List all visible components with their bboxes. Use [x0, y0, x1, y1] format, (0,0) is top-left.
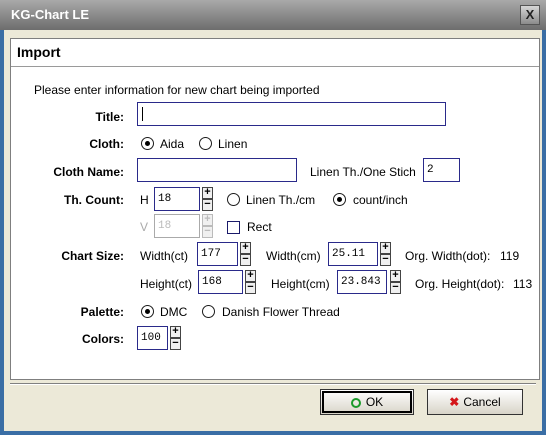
- count-per-inch-radio[interactable]: [333, 193, 346, 206]
- cancel-button[interactable]: ✖ Cancel: [427, 389, 523, 415]
- width-cm-decrement[interactable]: −: [380, 254, 391, 266]
- palette-danish-radio[interactable]: [202, 305, 215, 318]
- cloth-linen-label: Linen: [218, 137, 248, 151]
- h-label: H: [140, 193, 149, 207]
- org-height-label: Org. Height(dot):: [415, 277, 505, 291]
- width-ct-stepper[interactable]: + −: [240, 242, 251, 266]
- org-width-value: 119: [500, 249, 520, 263]
- h-count-decrement[interactable]: −: [202, 199, 213, 211]
- palette-dmc-label: DMC: [160, 305, 188, 319]
- cloth-aida-radio[interactable]: [141, 137, 154, 150]
- v-label: V: [140, 220, 149, 234]
- instruction-text: Please enter information for new chart b…: [34, 83, 320, 97]
- thread-count-label: Th. Count:: [64, 193, 124, 207]
- v-count-stepper[interactable]: + −: [202, 214, 213, 238]
- rect-label: Rect: [247, 220, 272, 234]
- v-count-input[interactable]: 18: [154, 214, 200, 238]
- dialog-window: KG-Chart LE X Import Please enter inform…: [0, 0, 546, 435]
- width-cm-input[interactable]: 25.11: [328, 242, 378, 266]
- linen-thread-label: Linen Th./One Stich: [310, 165, 416, 179]
- colors-stepper[interactable]: + −: [170, 326, 181, 350]
- h-count-input[interactable]: 18: [154, 187, 200, 211]
- org-height-value: 113: [513, 277, 533, 291]
- height-ct-input[interactable]: 168: [198, 270, 243, 294]
- palette-label: Palette:: [80, 305, 124, 319]
- linen-per-cm-label: Linen Th./cm: [246, 193, 316, 207]
- h-count-stepper[interactable]: + −: [202, 187, 213, 211]
- chart-size-label: Chart Size:: [61, 249, 124, 263]
- text-cursor: [142, 107, 143, 121]
- panel-title: Import: [17, 44, 61, 60]
- height-cm-input[interactable]: 23.843: [337, 270, 387, 294]
- cloth-aida-label: Aida: [160, 137, 185, 151]
- colors-label: Colors:: [82, 332, 124, 346]
- height-cm-label: Height(cm): [271, 277, 330, 291]
- rect-checkbox[interactable]: [227, 221, 240, 234]
- height-ct-decrement[interactable]: −: [245, 282, 256, 294]
- palette-dmc-radio[interactable]: [141, 305, 154, 318]
- v-count-decrement[interactable]: −: [202, 226, 213, 238]
- cloth-label: Cloth:: [89, 137, 124, 151]
- window-title: KG-Chart LE: [11, 7, 89, 22]
- title-bar[interactable]: KG-Chart LE X: [0, 0, 546, 30]
- width-ct-input[interactable]: 177: [197, 242, 238, 266]
- title-label: Title:: [95, 110, 124, 124]
- height-ct-label: Height(ct): [140, 277, 193, 291]
- width-cm-label: Width(cm): [266, 249, 321, 263]
- close-button[interactable]: X: [520, 5, 540, 25]
- height-cm-stepper[interactable]: + −: [390, 270, 401, 294]
- button-separator: [10, 383, 536, 385]
- title-input[interactable]: [137, 102, 446, 126]
- ok-icon: [350, 398, 361, 408]
- linen-per-cm-radio[interactable]: [227, 193, 240, 206]
- cancel-icon: ✖: [449, 395, 460, 409]
- palette-danish-label: Danish Flower Thread: [222, 305, 340, 319]
- height-ct-stepper[interactable]: + −: [245, 270, 256, 294]
- colors-decrement[interactable]: −: [170, 338, 181, 350]
- width-ct-decrement[interactable]: −: [240, 254, 251, 266]
- width-cm-stepper[interactable]: + −: [380, 242, 391, 266]
- width-ct-label: Width(ct): [140, 249, 188, 263]
- ok-button[interactable]: OK: [320, 389, 414, 415]
- height-cm-decrement[interactable]: −: [390, 282, 401, 294]
- cancel-button-label: Cancel: [463, 395, 501, 409]
- cloth-linen-radio[interactable]: [199, 137, 212, 150]
- linen-thread-input[interactable]: 2: [423, 158, 460, 182]
- ok-button-label: OK: [365, 395, 384, 409]
- count-per-inch-label: count/inch: [353, 193, 408, 207]
- org-width-label: Org. Width(dot):: [405, 249, 491, 263]
- import-panel: Import Please enter information for new …: [10, 38, 540, 380]
- colors-input[interactable]: 100: [137, 326, 168, 350]
- dialog-body: Import Please enter information for new …: [4, 30, 542, 431]
- cloth-name-label: Cloth Name:: [53, 165, 124, 179]
- cloth-name-input[interactable]: [137, 158, 297, 182]
- panel-header: Import: [11, 39, 539, 67]
